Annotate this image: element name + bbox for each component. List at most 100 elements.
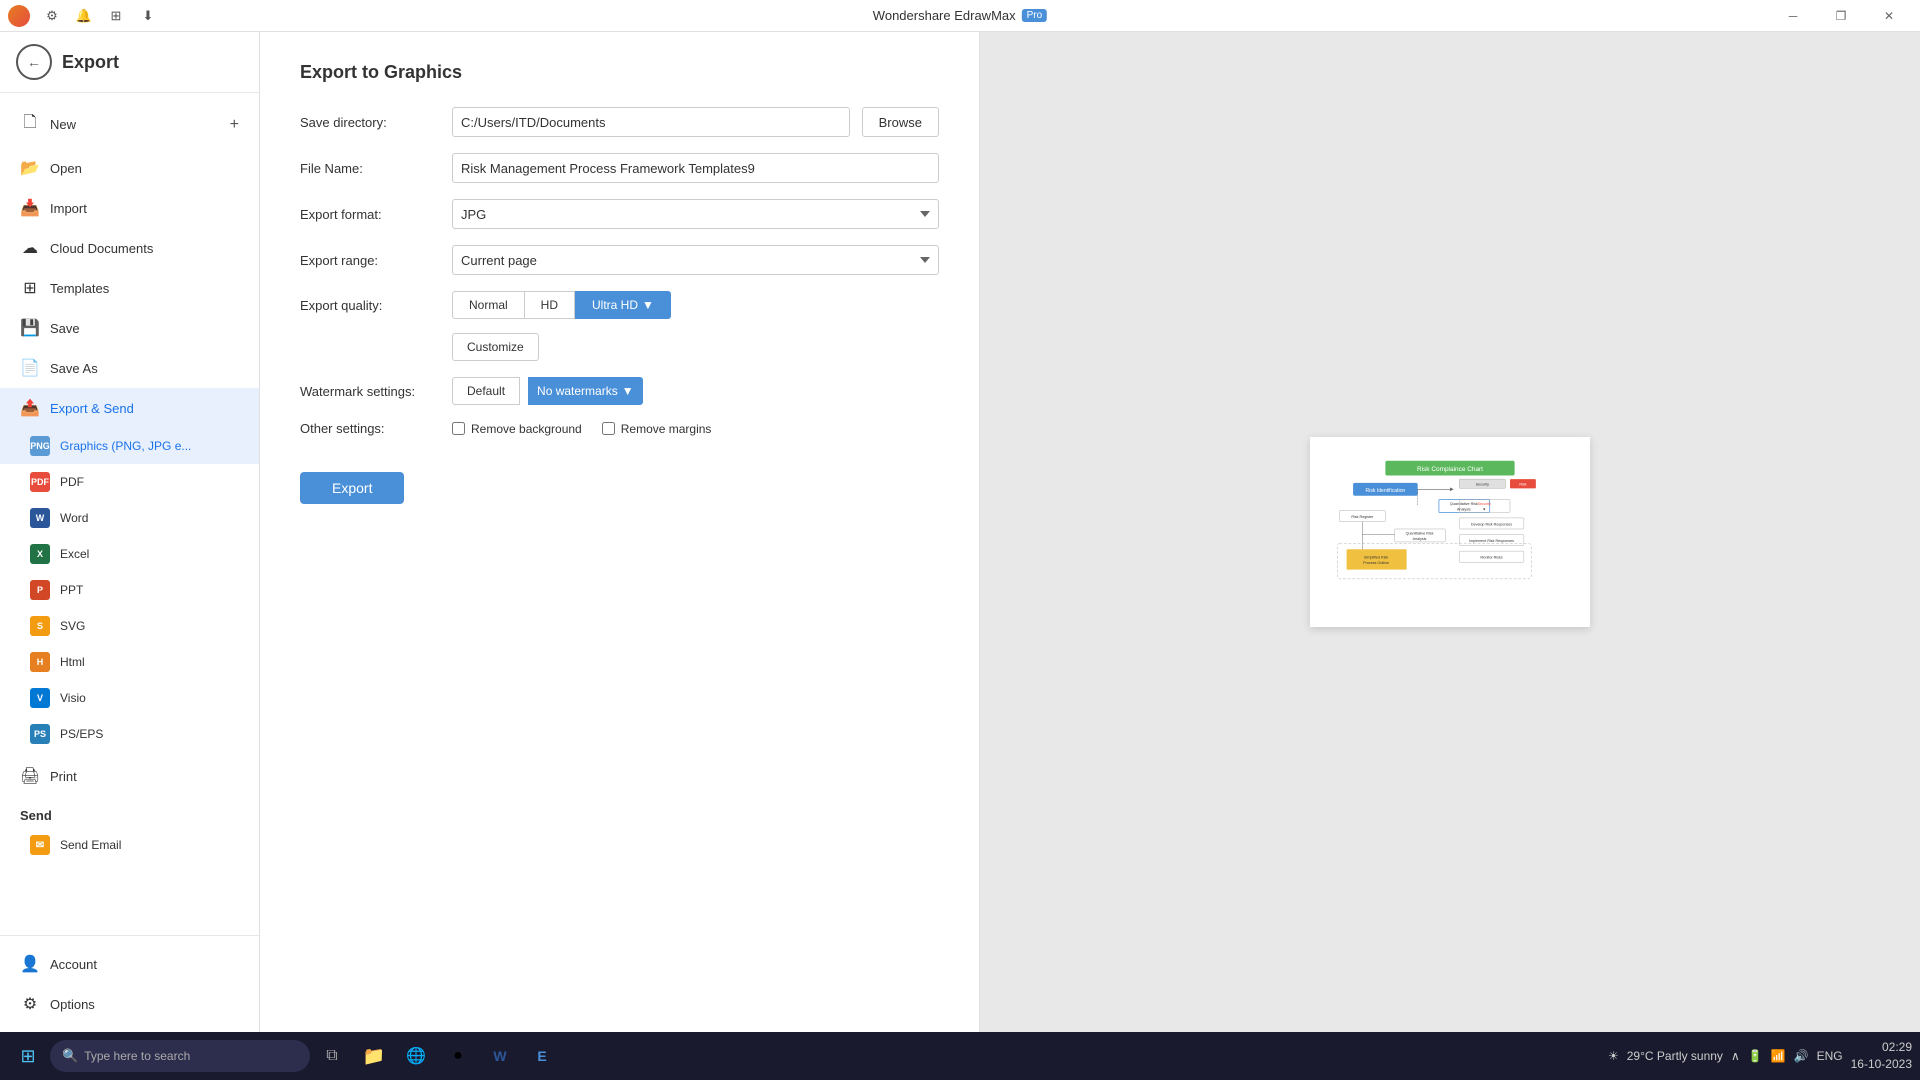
main-layout: ← Export 🗋 New + 📂 Open 📥 Import ☁ Cloud… [0,32,1920,1032]
nav-import-label: Import [50,201,87,216]
file-name-label: File Name: [300,161,440,176]
pro-badge: Pro [1022,9,1048,22]
taskbar-edraw[interactable]: E [522,1036,562,1076]
html-icon: H [30,652,50,672]
taskbar-search[interactable]: 🔍 Type here to search [50,1040,310,1072]
format-item-html[interactable]: H Html [0,644,259,680]
remove-bg-input[interactable] [452,422,465,435]
taskbar-search-text: Type here to search [84,1049,190,1063]
format-item-visio[interactable]: V Visio [0,680,259,716]
watermark-default-button[interactable]: Default [452,377,520,405]
weather-icon: ☀ [1608,1049,1619,1063]
nav-open-label: Open [50,161,82,176]
bell-icon[interactable]: 🔔 [70,2,98,30]
close-button[interactable]: ✕ [1866,0,1912,32]
sidebar-item-saveas[interactable]: 📄 Save As [0,348,259,388]
format-item-excel[interactable]: X Excel [0,536,259,572]
restore-button[interactable]: ❐ [1818,0,1864,32]
taskbar-time: 02:29 16-10-2023 [1851,1039,1912,1073]
export-panel: Export to Graphics Save directory: Brows… [260,32,980,1032]
open-icon: 📂 [20,158,40,178]
start-button[interactable]: ⊞ [8,1036,48,1076]
watermark-no-button[interactable]: No watermarks ▼ [528,377,643,405]
format-svg-label: SVG [60,619,85,633]
svg-text:Risk Register: Risk Register [1351,515,1374,519]
other-settings-label: Other settings: [300,421,440,436]
remove-margins-checkbox[interactable]: Remove margins [602,422,712,436]
sidebar-bottom: 👤 Account ⚙ Options [0,935,259,1032]
pdf-icon: PDF [30,472,50,492]
quality-hd-button[interactable]: HD [525,291,575,319]
titlebar-left: ⚙ 🔔 ⊞ ⬇ [8,2,162,30]
format-item-word[interactable]: W Word [0,500,259,536]
export-format-label: Export format: [300,207,440,222]
svg-text:Risk Identification: Risk Identification [1366,488,1406,494]
quality-normal-button[interactable]: Normal [452,291,525,319]
taskbar-edge[interactable]: 🌐 [396,1036,436,1076]
preview-area: Risk Complaince Chart Risk Identificatio… [980,32,1920,1032]
format-item-png[interactable]: PNG Graphics (PNG, JPG e... [0,428,259,464]
taskbar-word[interactable]: W [480,1036,520,1076]
nav-export-label: Export & Send [50,401,134,416]
sidebar-item-account[interactable]: 👤 Account [0,944,259,984]
customize-button[interactable]: Customize [452,333,539,361]
ppt-icon: P [30,580,50,600]
sidebar-item-save[interactable]: 💾 Save [0,308,259,348]
print-icon: 🖨 [20,766,40,786]
new-plus-icon: + [230,116,239,134]
back-button[interactable]: ← [16,44,52,80]
up-arrow-icon: ∧ [1731,1049,1740,1063]
ultrahd-dropdown-icon: ▼ [642,298,654,312]
user-avatar[interactable] [8,5,30,27]
import-icon: 📥 [20,198,40,218]
options-icon: ⚙ [20,994,40,1014]
export-range-select[interactable]: Current page All pages Selected pages [452,245,939,275]
windows-logo-icon: ⊞ [20,1046,35,1067]
apps-icon[interactable]: ⊞ [102,2,130,30]
sidebar-item-new[interactable]: 🗋 New + [0,101,259,148]
sidebar-item-import[interactable]: 📥 Import [0,188,259,228]
svg-text:▼: ▼ [1482,507,1486,511]
ultrahd-label: Ultra HD [592,298,638,312]
export-button[interactable]: Export [300,472,404,504]
format-item-ppt[interactable]: P PPT [0,572,259,608]
sidebar-item-email[interactable]: ✉ Send Email [0,827,259,863]
sidebar-item-cloud[interactable]: ☁ Cloud Documents [0,228,259,268]
export-quality-label: Export quality: [300,298,440,313]
sidebar-item-templates[interactable]: ⊞ Templates [0,268,259,308]
taskbar-explorer[interactable]: 📁 [354,1036,394,1076]
svg-text:Risk: Risk [1519,482,1526,486]
sidebar-item-print[interactable]: 🖨 Print [0,756,259,796]
taskbar-taskview[interactable]: ⧉ [312,1036,352,1076]
cloud-icon: ☁ [20,238,40,258]
svg-text:Security: Security [1476,482,1489,486]
quality-ultrahd-button[interactable]: Ultra HD ▼ [575,291,671,319]
format-item-ps[interactable]: PS PS/EPS [0,716,259,752]
sidebar-item-open[interactable]: 📂 Open [0,148,259,188]
format-item-svg[interactable]: S SVG [0,608,259,644]
volume-icon: 🔊 [1794,1049,1809,1063]
format-item-pdf[interactable]: PDF PDF [0,464,259,500]
file-name-input[interactable] [452,153,939,183]
settings-icon[interactable]: ⚙ [38,2,66,30]
taskbar-right: ☀ 29°C Partly sunny ∧ 🔋 📶 🔊 ENG 02:29 16… [1608,1039,1912,1073]
sidebar-title: Export [62,52,119,73]
export-format-select[interactable]: JPG PNG BMP GIF TIFF [452,199,939,229]
svg-text:Quantitative Risk: Quantitative Risk [1406,531,1434,535]
format-html-label: Html [60,655,85,669]
download-icon[interactable]: ⬇ [134,2,162,30]
taskbar-chrome[interactable]: ● [438,1036,478,1076]
sidebar-item-options[interactable]: ⚙ Options [0,984,259,1024]
preview-diagram: Risk Complaince Chart Risk Identificatio… [1330,457,1570,605]
format-excel-label: Excel [60,547,89,561]
save-directory-input[interactable] [452,107,850,137]
format-ppt-label: PPT [60,583,83,597]
word-icon: W [30,508,50,528]
sidebar-item-export[interactable]: 📤 Export & Send [0,388,259,428]
remove-margins-input[interactable] [602,422,615,435]
minimize-button[interactable]: ─ [1770,0,1816,32]
panel-title: Export to Graphics [300,62,939,83]
remove-background-checkbox[interactable]: Remove background [452,422,582,436]
browse-button[interactable]: Browse [862,107,939,137]
other-settings-row: Other settings: Remove background Remove… [300,421,939,436]
